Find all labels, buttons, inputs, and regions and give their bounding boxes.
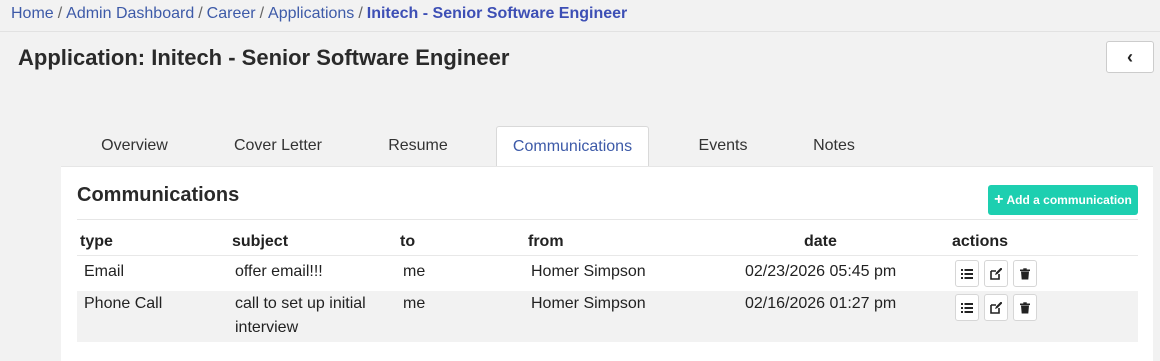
cell-subject: call to set up initial interview: [235, 295, 366, 336]
breadcrumb-career[interactable]: Career: [207, 5, 256, 22]
column-header-from: from: [528, 233, 564, 250]
edit-button[interactable]: [984, 260, 1008, 287]
edit-button[interactable]: [984, 294, 1008, 321]
cell-to: me: [403, 263, 426, 280]
column-header-to: to: [400, 233, 416, 250]
add-communication-button[interactable]: + Add a communication: [988, 185, 1138, 215]
breadcrumb-home[interactable]: Home: [11, 5, 54, 22]
cell-date: 02/16/2026 01:27 pm: [745, 295, 897, 312]
cell-date: 02/23/2026 05:45 pm: [745, 263, 897, 280]
communications-panel: Communications + Add a communication type…: [61, 166, 1153, 361]
tab-cover-letter[interactable]: Cover Letter: [216, 126, 340, 167]
cell-from: Homer Simpson: [531, 295, 646, 312]
cell-type: Phone Call: [84, 295, 163, 312]
edit-icon: [990, 267, 1002, 280]
list-icon: [961, 268, 973, 279]
breadcrumb-separator: /: [358, 5, 363, 22]
divider: [0, 31, 1160, 32]
tab-communications[interactable]: Communications: [496, 126, 649, 168]
trash-icon: [1020, 301, 1030, 313]
breadcrumb-separator: /: [57, 5, 63, 22]
view-button[interactable]: [955, 294, 979, 321]
tab-notes[interactable]: Notes: [795, 126, 873, 167]
table-row: Email offer email!!! me Homer Simpson 02…: [77, 255, 1138, 291]
column-header-type: type: [80, 233, 113, 250]
cell-from: Homer Simpson: [531, 263, 646, 280]
trash-icon: [1020, 267, 1030, 279]
delete-button[interactable]: [1013, 294, 1037, 321]
plus-icon: +: [994, 191, 1004, 208]
cell-subject: offer email!!!: [235, 263, 323, 280]
breadcrumb-current: Initech - Senior Software Engineer: [366, 5, 628, 22]
list-icon: [961, 302, 973, 313]
breadcrumb: Home / Admin Dashboard / Career / Applications…: [11, 5, 627, 23]
edit-icon: [990, 301, 1002, 314]
cell-to: me: [403, 295, 426, 312]
column-header-subject: subject: [232, 233, 289, 250]
tab-overview[interactable]: Overview: [68, 126, 201, 167]
view-button[interactable]: [955, 260, 979, 287]
add-communication-label: Add a communication: [1006, 193, 1132, 207]
delete-button[interactable]: [1013, 260, 1037, 287]
back-button[interactable]: ‹: [1106, 41, 1154, 73]
column-header-date: date: [804, 233, 837, 250]
table-row: Phone Call call to set up initial interv…: [77, 291, 1138, 342]
divider: [77, 219, 1138, 220]
tab-events[interactable]: Events: [678, 126, 768, 167]
panel-title: Communications: [77, 184, 240, 206]
column-header-actions: actions: [952, 233, 1009, 250]
cell-type: Email: [84, 263, 125, 280]
breadcrumb-separator: /: [198, 5, 203, 22]
breadcrumb-applications[interactable]: Applications: [268, 5, 354, 22]
breadcrumb-admin-dashboard[interactable]: Admin Dashboard: [66, 5, 194, 22]
page-title: Application: Initech - Senior Software E…: [18, 45, 510, 70]
tab-resume[interactable]: Resume: [368, 126, 468, 167]
breadcrumb-separator: /: [259, 5, 265, 22]
chevron-left-icon: ‹: [1127, 46, 1133, 67]
